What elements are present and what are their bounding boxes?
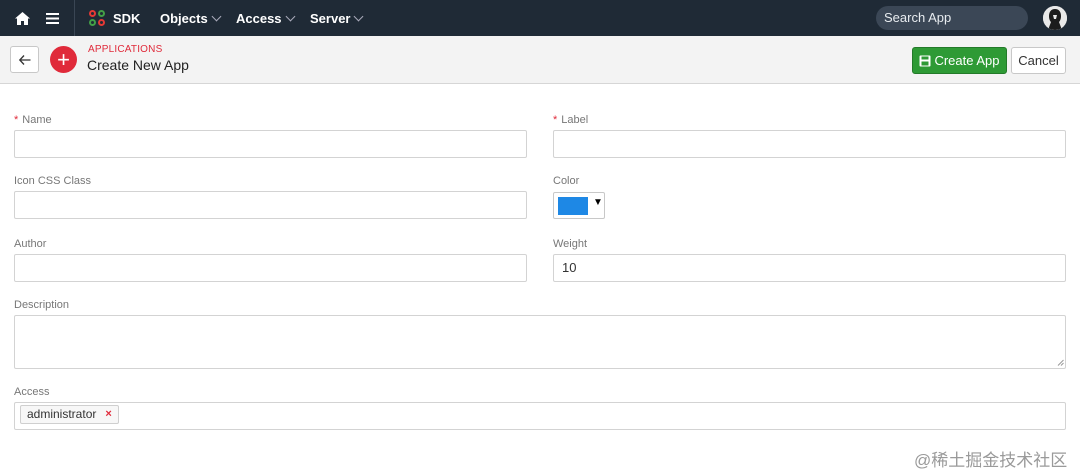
- chevron-down-icon: [211, 11, 222, 21]
- hamburger-menu-icon[interactable]: [38, 0, 66, 36]
- description-textarea[interactable]: [14, 315, 1066, 369]
- resize-handle-icon[interactable]: [1057, 359, 1064, 366]
- caret-down-icon: ▼: [593, 197, 603, 208]
- access-tag: administrator ×: [20, 405, 119, 424]
- required-mark: *: [553, 114, 558, 126]
- home-icon[interactable]: [8, 0, 36, 36]
- nav-menu-server-label: Server: [310, 10, 351, 26]
- nav-menu-sdk[interactable]: SDK: [89, 0, 140, 36]
- name-label-text: Name: [22, 114, 52, 126]
- nav-menu-access[interactable]: Access: [236, 0, 295, 36]
- page-title: Create New App: [87, 57, 189, 73]
- weight-input[interactable]: 10: [553, 254, 1066, 282]
- user-avatar-icon: [1043, 6, 1067, 30]
- nav-divider: [74, 0, 75, 36]
- icon-css-class-label: Icon CSS Class: [14, 175, 92, 187]
- color-picker[interactable]: ▼: [553, 192, 605, 219]
- name-input[interactable]: [14, 130, 527, 158]
- sdk-icon: [89, 10, 105, 26]
- description-label: Description: [14, 299, 70, 311]
- name-label: * Name: [14, 114, 52, 126]
- plus-circle-icon: +: [50, 46, 77, 73]
- required-mark: *: [14, 114, 19, 126]
- cancel-button[interactable]: Cancel: [1011, 47, 1066, 74]
- nav-menu-server[interactable]: Server: [310, 0, 364, 36]
- label-label-text: Label: [561, 114, 589, 126]
- search-input[interactable]: Search App: [876, 6, 1028, 30]
- author-input[interactable]: [14, 254, 527, 282]
- weight-label: Weight: [553, 238, 588, 250]
- color-label: Color: [553, 175, 580, 187]
- color-swatch: [558, 197, 588, 215]
- nav-menu-objects-label: Objects: [160, 10, 208, 26]
- back-button[interactable]: [10, 46, 39, 73]
- access-tag-label: administrator: [27, 407, 97, 421]
- arrow-left-icon: [18, 54, 30, 65]
- author-label: Author: [14, 238, 47, 250]
- create-app-label: Create App: [934, 53, 1000, 68]
- label-label: * Label: [553, 114, 588, 126]
- access-tags-input[interactable]: [14, 402, 1066, 430]
- nav-menu-access-label: Access: [236, 10, 282, 26]
- breadcrumb: APPLICATIONS: [88, 44, 163, 55]
- page-header: + APPLICATIONS Create New App Create App…: [0, 36, 1080, 84]
- nav-menu-sdk-label: SDK: [113, 10, 141, 26]
- chevron-down-icon: [285, 11, 295, 21]
- access-label: Access: [14, 386, 50, 398]
- top-navbar: SDK Objects Access Server Search App: [0, 0, 1080, 36]
- icon-css-class-input[interactable]: [14, 191, 527, 219]
- save-icon: [919, 55, 931, 66]
- chevron-down-icon: [354, 11, 364, 21]
- label-input[interactable]: [553, 130, 1066, 158]
- nav-menu-objects[interactable]: Objects: [160, 0, 222, 36]
- remove-tag-icon[interactable]: ×: [105, 406, 111, 423]
- avatar[interactable]: [1043, 6, 1067, 30]
- watermark: @稀土掘金技术社区: [914, 451, 1068, 470]
- create-app-button[interactable]: Create App: [912, 47, 1007, 74]
